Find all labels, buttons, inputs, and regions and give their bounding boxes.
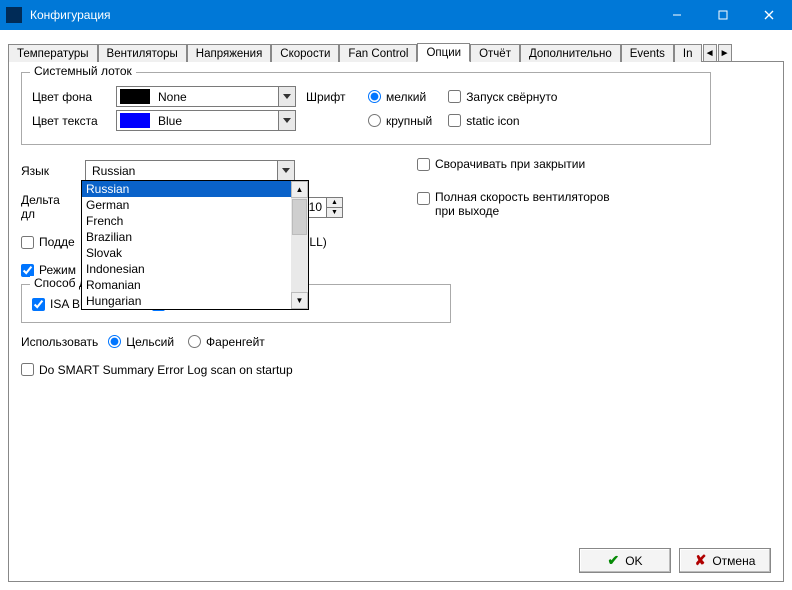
smart-scan-label: Do SMART Summary Error Log scan on start… bbox=[39, 363, 293, 377]
mode-label: Режим bbox=[39, 263, 76, 277]
text-color-combo[interactable]: Blue bbox=[116, 110, 296, 131]
cancel-button[interactable]: ✘ Отмена bbox=[679, 548, 771, 573]
tab-опции[interactable]: Опции bbox=[417, 43, 470, 62]
minimize-on-close-label: Сворачивать при закрытии bbox=[435, 157, 585, 171]
bg-color-swatch bbox=[120, 89, 150, 104]
system-tray-group: Системный лоток Цвет фона None Шрифт мел… bbox=[21, 72, 711, 145]
scroll-thumb[interactable] bbox=[292, 199, 307, 235]
dropdown-scrollbar[interactable]: ▲ ▼ bbox=[291, 181, 308, 309]
language-option[interactable]: Romanian bbox=[82, 277, 291, 293]
tab-скорости[interactable]: Скорости bbox=[271, 44, 339, 62]
language-combo[interactable]: Russian bbox=[85, 160, 295, 181]
minimize-button[interactable] bbox=[654, 0, 700, 30]
full-speed-line2: при выходе bbox=[435, 204, 499, 218]
font-large-label: крупный bbox=[386, 114, 432, 128]
font-small-radio[interactable]: мелкий bbox=[368, 90, 426, 104]
static-icon-check[interactable]: static icon bbox=[448, 114, 519, 128]
scroll-down-button[interactable]: ▼ bbox=[291, 292, 308, 309]
language-option[interactable]: Russian bbox=[82, 181, 291, 197]
font-large-radio[interactable]: крупный bbox=[368, 114, 432, 128]
cancel-button-label: Отмена bbox=[712, 554, 755, 568]
tab-напряжения[interactable]: Напряжения bbox=[187, 44, 272, 62]
celsius-label: Цельсий bbox=[126, 335, 174, 349]
start-minimized-check[interactable]: Запуск свёрнуто bbox=[448, 90, 557, 104]
tab-вентиляторы[interactable]: Вентиляторы bbox=[98, 44, 187, 62]
language-option[interactable]: Indonesian bbox=[82, 261, 291, 277]
chevron-down-icon[interactable] bbox=[278, 87, 295, 106]
tab-strip: ТемпературыВентиляторыНапряженияСкорости… bbox=[8, 38, 784, 62]
text-color-value: Blue bbox=[156, 114, 278, 128]
maximize-button[interactable] bbox=[700, 0, 746, 30]
check-icon: ✔ bbox=[607, 552, 619, 569]
ok-button-label: OK bbox=[625, 554, 642, 568]
language-dropdown-list[interactable]: RussianGermanFrenchBrazilianSlovakIndone… bbox=[81, 180, 309, 310]
full-speed-exit-check[interactable]: Полная скорость вентиляторов при выходе bbox=[417, 190, 610, 218]
language-option[interactable]: Brazilian bbox=[82, 229, 291, 245]
text-color-swatch bbox=[120, 113, 150, 128]
static-icon-label: static icon bbox=[466, 114, 519, 128]
fahrenheit-radio[interactable]: Фаренгейт bbox=[188, 335, 265, 349]
tab-отчёт[interactable]: Отчёт bbox=[470, 44, 520, 62]
tab-in[interactable]: In bbox=[674, 44, 702, 62]
font-small-label: мелкий bbox=[386, 90, 426, 104]
language-label: Язык bbox=[21, 164, 77, 178]
bg-color-value: None bbox=[156, 90, 278, 104]
tab-дополнительно[interactable]: Дополнительно bbox=[520, 44, 621, 62]
tab-panel-options: Системный лоток Цвет фона None Шрифт мел… bbox=[8, 62, 784, 582]
text-color-label: Цвет текста bbox=[32, 114, 112, 128]
minimize-on-close-check[interactable]: Сворачивать при закрытии bbox=[417, 157, 585, 171]
chevron-down-icon[interactable] bbox=[278, 111, 295, 130]
close-button[interactable] bbox=[746, 0, 792, 30]
font-label: Шрифт bbox=[306, 90, 354, 104]
language-option[interactable]: Hungarian bbox=[82, 293, 291, 309]
scroll-up-button[interactable]: ▲ bbox=[291, 181, 308, 198]
bg-color-label: Цвет фона bbox=[32, 90, 112, 104]
fahrenheit-label: Фаренгейт bbox=[206, 335, 265, 349]
tab-fan control[interactable]: Fan Control bbox=[339, 44, 417, 62]
mode-check[interactable]: Режим bbox=[21, 263, 76, 277]
delta-label: Дельта дл bbox=[21, 193, 77, 221]
start-minimized-label: Запуск свёрнуто bbox=[466, 90, 557, 104]
units-label: Использовать bbox=[21, 335, 98, 349]
smart-scan-check[interactable]: Do SMART Summary Error Log scan on start… bbox=[21, 363, 293, 377]
tab-температуры[interactable]: Температуры bbox=[8, 44, 98, 62]
language-option[interactable]: Slovak bbox=[82, 245, 291, 261]
celsius-radio[interactable]: Цельсий bbox=[108, 335, 174, 349]
tab-scroll-left[interactable]: ◄ bbox=[703, 44, 717, 62]
chevron-down-icon[interactable] bbox=[277, 161, 294, 180]
language-option[interactable]: German bbox=[82, 197, 291, 213]
full-speed-line1: Полная скорость вентиляторов bbox=[435, 190, 610, 204]
titlebar: Конфигурация bbox=[0, 0, 792, 30]
cross-icon: ✘ bbox=[695, 552, 707, 569]
tab-events[interactable]: Events bbox=[621, 44, 674, 62]
scroll-track[interactable] bbox=[291, 236, 308, 292]
support-label-prefix: Подде bbox=[39, 235, 75, 249]
app-icon bbox=[6, 7, 22, 23]
system-tray-legend: Системный лоток bbox=[30, 64, 136, 78]
window-title: Конфигурация bbox=[30, 8, 654, 22]
spinner-arrows[interactable]: ▲▼ bbox=[326, 198, 342, 217]
ok-button[interactable]: ✔ OK bbox=[579, 548, 671, 573]
language-option[interactable]: French bbox=[82, 213, 291, 229]
language-value: Russian bbox=[86, 164, 277, 178]
bg-color-combo[interactable]: None bbox=[116, 86, 296, 107]
tab-scroll-right[interactable]: ► bbox=[718, 44, 732, 62]
support-check[interactable]: Подде bbox=[21, 235, 75, 249]
